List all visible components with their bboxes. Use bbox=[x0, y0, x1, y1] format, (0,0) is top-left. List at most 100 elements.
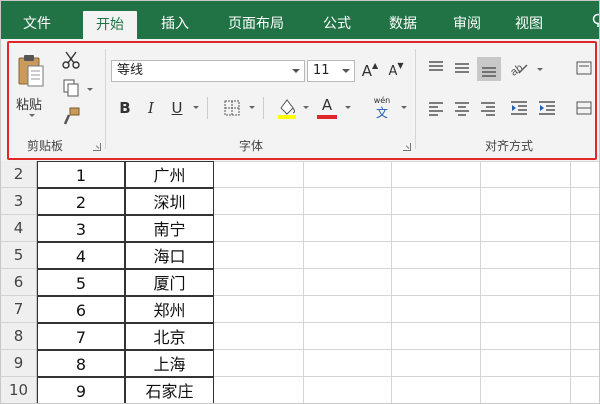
align-left-icon[interactable] bbox=[425, 97, 447, 119]
cell-empty[interactable] bbox=[304, 188, 392, 215]
cell-empty[interactable] bbox=[481, 350, 571, 377]
cell-empty[interactable] bbox=[392, 215, 481, 242]
fill-color-icon[interactable] bbox=[275, 95, 299, 121]
cell-empty[interactable] bbox=[304, 377, 392, 403]
row-header[interactable]: 9 bbox=[1, 350, 37, 377]
paste-dropdown-icon[interactable] bbox=[29, 114, 35, 117]
bold-button[interactable]: B bbox=[115, 97, 135, 119]
cell-empty[interactable] bbox=[214, 350, 304, 377]
cell-city[interactable]: 深圳 bbox=[125, 188, 214, 215]
copy-icon[interactable] bbox=[59, 77, 83, 99]
cell-empty[interactable] bbox=[304, 161, 392, 188]
cell-empty[interactable] bbox=[392, 242, 481, 269]
row-header[interactable]: 4 bbox=[1, 215, 37, 242]
cell-city[interactable]: 石家庄 bbox=[125, 377, 214, 403]
cell-empty[interactable] bbox=[481, 269, 571, 296]
tab-home[interactable]: 开始 bbox=[83, 11, 137, 39]
cell-empty[interactable] bbox=[481, 161, 571, 188]
tab-data[interactable]: 数据 bbox=[381, 10, 425, 38]
align-right-icon[interactable] bbox=[477, 97, 499, 119]
cell-number[interactable]: 8 bbox=[37, 350, 125, 377]
font-color-dropdown-icon[interactable] bbox=[345, 106, 351, 109]
cell-city[interactable]: 广州 bbox=[125, 161, 214, 188]
tell-me-icon[interactable] bbox=[591, 13, 599, 31]
copy-dropdown-icon[interactable] bbox=[87, 88, 93, 91]
cell-city[interactable]: 北京 bbox=[125, 323, 214, 350]
font-launcher-icon[interactable] bbox=[403, 143, 411, 151]
cell-empty[interactable] bbox=[571, 215, 599, 242]
cell-empty[interactable] bbox=[392, 323, 481, 350]
cell-empty[interactable] bbox=[304, 215, 392, 242]
top-align-icon[interactable] bbox=[425, 57, 447, 79]
merge-center-icon[interactable] bbox=[573, 97, 595, 119]
tab-page-layout[interactable]: 页面布局 bbox=[221, 10, 291, 38]
paste-button-label[interactable]: 粘贴 bbox=[16, 94, 42, 113]
cell-empty[interactable] bbox=[214, 377, 304, 403]
cell-number[interactable]: 5 bbox=[37, 269, 125, 296]
cell-empty[interactable] bbox=[304, 350, 392, 377]
phonetic-guide-button[interactable]: wén 文 bbox=[367, 93, 397, 121]
cell-empty[interactable] bbox=[481, 188, 571, 215]
cell-city[interactable]: 厦门 bbox=[125, 269, 214, 296]
cell-number[interactable]: 2 bbox=[37, 188, 125, 215]
cell-empty[interactable] bbox=[304, 269, 392, 296]
cell-number[interactable]: 7 bbox=[37, 323, 125, 350]
cell-empty[interactable] bbox=[214, 269, 304, 296]
orientation-dropdown-icon[interactable] bbox=[537, 68, 543, 71]
row-header[interactable]: 10 bbox=[1, 377, 37, 403]
cell-empty[interactable] bbox=[392, 296, 481, 323]
decrease-indent-icon[interactable] bbox=[507, 97, 531, 119]
cell-empty[interactable] bbox=[214, 161, 304, 188]
phonetic-dropdown-icon[interactable] bbox=[401, 106, 407, 109]
cell-empty[interactable] bbox=[304, 296, 392, 323]
cell-empty[interactable] bbox=[571, 323, 599, 350]
cell-empty[interactable] bbox=[392, 350, 481, 377]
tab-formulas[interactable]: 公式 bbox=[315, 10, 359, 38]
tab-file[interactable]: 文件 bbox=[15, 10, 59, 38]
wrap-text-icon[interactable] bbox=[573, 57, 595, 79]
cell-empty[interactable] bbox=[214, 215, 304, 242]
borders-dropdown-icon[interactable] bbox=[249, 106, 255, 109]
cell-number[interactable]: 1 bbox=[37, 161, 125, 188]
cell-empty[interactable] bbox=[214, 242, 304, 269]
increase-font-size-button[interactable]: A ▲ bbox=[359, 59, 381, 83]
tab-view[interactable]: 视图 bbox=[507, 10, 551, 38]
row-header[interactable]: 5 bbox=[1, 242, 37, 269]
row-header[interactable]: 8 bbox=[1, 323, 37, 350]
cell-empty[interactable] bbox=[214, 296, 304, 323]
cell-empty[interactable] bbox=[214, 323, 304, 350]
cell-empty[interactable] bbox=[214, 188, 304, 215]
bottom-align-icon[interactable] bbox=[477, 57, 501, 81]
fill-color-dropdown-icon[interactable] bbox=[303, 106, 309, 109]
cell-empty[interactable] bbox=[571, 188, 599, 215]
cell-empty[interactable] bbox=[571, 161, 599, 188]
tab-review[interactable]: 审阅 bbox=[445, 10, 489, 38]
cell-empty[interactable] bbox=[481, 377, 571, 403]
cell-empty[interactable] bbox=[571, 296, 599, 323]
cell-empty[interactable] bbox=[392, 161, 481, 188]
cell-number[interactable]: 9 bbox=[37, 377, 125, 403]
increase-indent-icon[interactable] bbox=[535, 97, 559, 119]
tab-insert[interactable]: 插入 bbox=[153, 10, 197, 38]
cell-city[interactable]: 海口 bbox=[125, 242, 214, 269]
cell-empty[interactable] bbox=[304, 242, 392, 269]
italic-button[interactable]: I bbox=[141, 97, 161, 119]
cell-empty[interactable] bbox=[392, 377, 481, 403]
underline-button[interactable]: U bbox=[167, 97, 187, 119]
clipboard-launcher-icon[interactable] bbox=[93, 143, 101, 151]
cell-empty[interactable] bbox=[481, 242, 571, 269]
row-header[interactable]: 7 bbox=[1, 296, 37, 323]
font-color-button[interactable]: A bbox=[315, 95, 339, 121]
cell-number[interactable]: 3 bbox=[37, 215, 125, 242]
borders-icon[interactable] bbox=[221, 97, 243, 119]
underline-dropdown-icon[interactable] bbox=[193, 106, 199, 109]
row-header[interactable]: 2 bbox=[1, 161, 37, 188]
paste-icon[interactable] bbox=[15, 51, 47, 91]
cell-empty[interactable] bbox=[481, 215, 571, 242]
cell-empty[interactable] bbox=[481, 296, 571, 323]
cell-city[interactable]: 上海 bbox=[125, 350, 214, 377]
cell-empty[interactable] bbox=[481, 323, 571, 350]
font-name-combo[interactable]: 等线 bbox=[111, 60, 305, 82]
cell-empty[interactable] bbox=[571, 269, 599, 296]
orientation-icon[interactable]: ab bbox=[507, 57, 533, 79]
